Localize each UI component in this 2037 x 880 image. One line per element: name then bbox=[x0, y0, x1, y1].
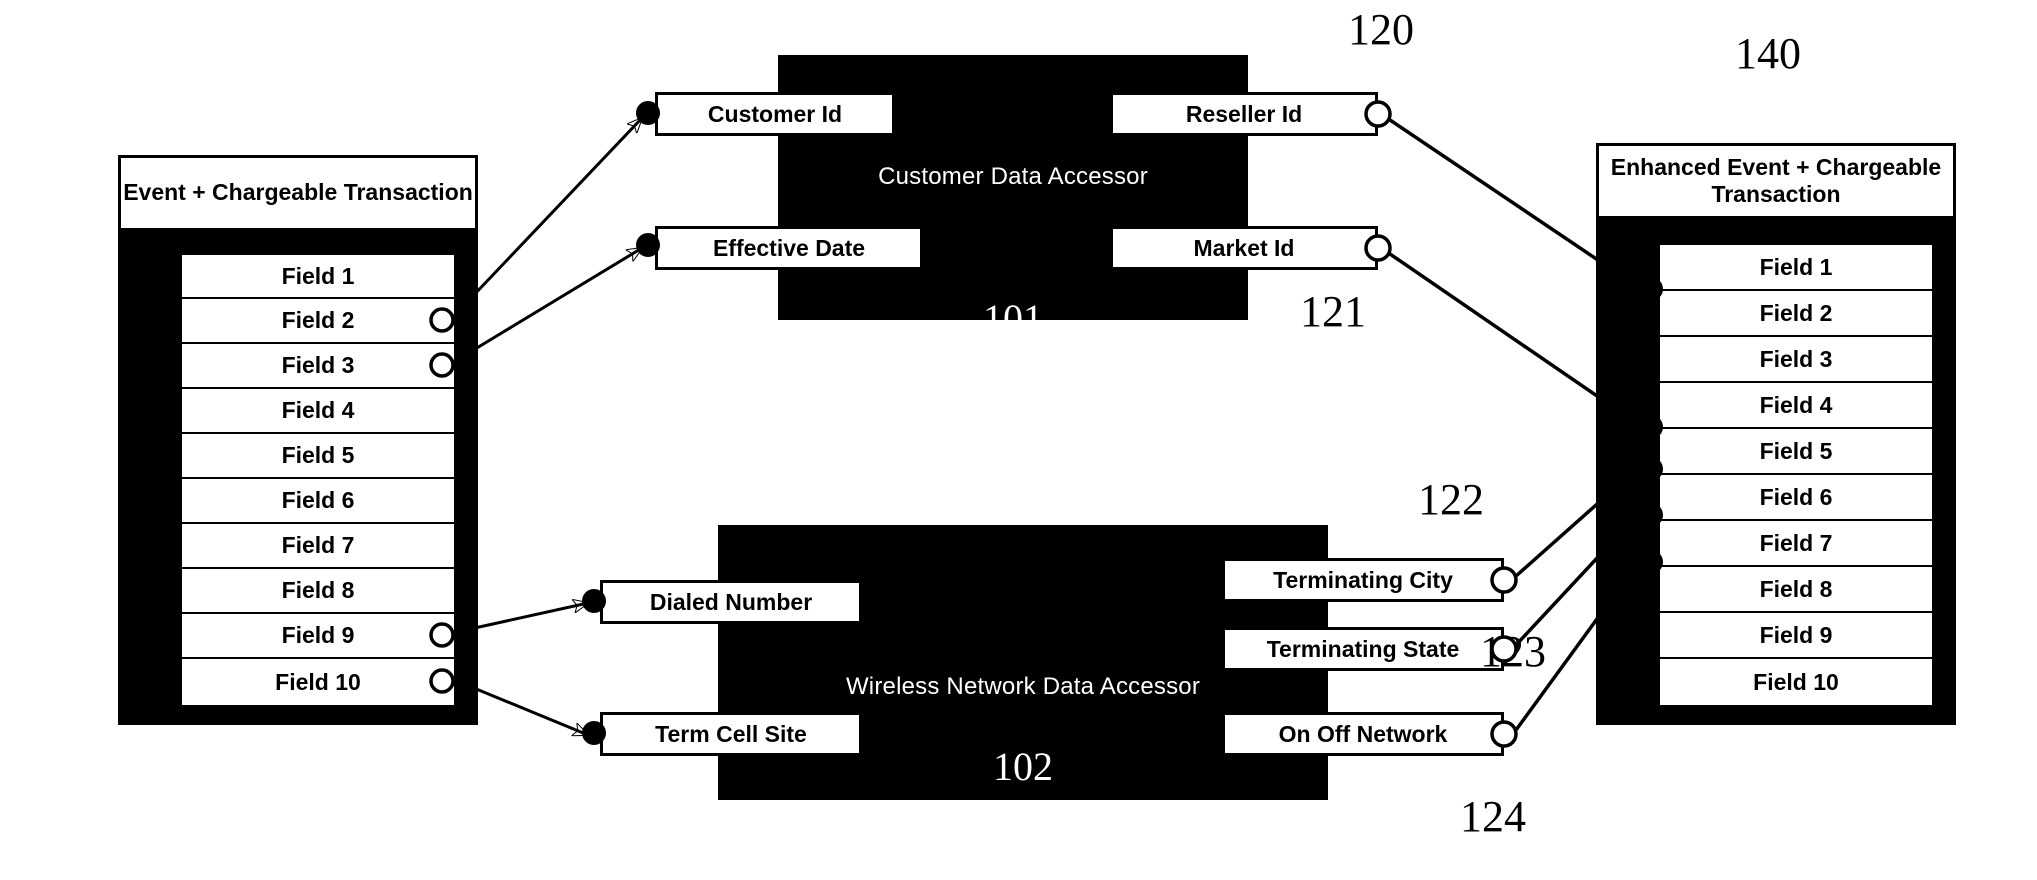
source-field[interactable]: Field 2 bbox=[182, 299, 454, 344]
port-term-cell-site[interactable]: Term Cell Site bbox=[600, 712, 862, 756]
port-market-id[interactable]: Market Id bbox=[1110, 226, 1378, 270]
target-field[interactable]: Field 9 bbox=[1660, 613, 1932, 659]
source-field[interactable]: Field 9 bbox=[182, 614, 454, 659]
source-field[interactable]: Field 10 bbox=[182, 659, 454, 705]
port-terminating-city-label: Terminating City bbox=[1273, 566, 1453, 593]
port-on-off-network[interactable]: On Off Network bbox=[1222, 712, 1504, 756]
wireless-network-data-accessor-label: Wireless Network Data Accessor bbox=[845, 673, 1201, 700]
port-on-off-network-label: On Off Network bbox=[1278, 720, 1448, 747]
ref-numeral-120: 120 bbox=[1348, 5, 1414, 54]
customer-data-accessor-ref: 101 bbox=[983, 296, 1043, 341]
port-reseller-id[interactable]: Reseller Id bbox=[1110, 92, 1378, 136]
source-record-title: Event + Chargeable Transaction bbox=[118, 155, 478, 231]
target-field[interactable]: Field 1 bbox=[1660, 245, 1932, 291]
customer-data-accessor-label: Customer Data Accessor bbox=[878, 163, 1148, 190]
target-field[interactable]: Field 7 bbox=[1660, 521, 1932, 567]
ref-numeral-122: 122 bbox=[1418, 475, 1484, 524]
figure-canvas: Event + Chargeable Transaction Field 1 F… bbox=[0, 0, 2037, 880]
target-field[interactable]: Field 10 bbox=[1660, 659, 1932, 705]
target-field[interactable]: Field 5 bbox=[1660, 429, 1932, 475]
port-effective-date[interactable]: Effective Date bbox=[655, 226, 923, 270]
port-customer-id-label: Customer Id bbox=[707, 100, 843, 127]
port-effective-date-label: Effective Date bbox=[712, 234, 866, 261]
source-record: Event + Chargeable Transaction Field 1 F… bbox=[118, 155, 478, 725]
port-dialed-number[interactable]: Dialed Number bbox=[600, 580, 862, 624]
source-field[interactable]: Field 8 bbox=[182, 569, 454, 614]
target-field[interactable]: Field 3 bbox=[1660, 337, 1932, 383]
ref-numeral-140: 140 bbox=[1735, 29, 1801, 78]
port-reseller-id-label: Reseller Id bbox=[1185, 100, 1303, 127]
target-record-title: Enhanced Event + Chargeable Transaction bbox=[1596, 143, 1956, 219]
source-field[interactable]: Field 6 bbox=[182, 479, 454, 524]
source-field[interactable]: Field 4 bbox=[182, 389, 454, 434]
target-record-title-text: Enhanced Event + Chargeable Transaction bbox=[1610, 153, 1942, 207]
port-customer-id[interactable]: Customer Id bbox=[655, 92, 895, 136]
target-record: Enhanced Event + Chargeable Transaction … bbox=[1596, 143, 1956, 725]
ref-numeral-121: 121 bbox=[1300, 287, 1366, 336]
port-term-cell-site-label: Term Cell Site bbox=[655, 720, 807, 747]
target-record-field-list: Field 1 Field 2 Field 3 Field 4 Field 5 … bbox=[1658, 243, 1934, 705]
wire-field3-to-effective-date bbox=[451, 246, 642, 365]
port-market-id-label: Market Id bbox=[1193, 234, 1295, 261]
port-terminating-city[interactable]: Terminating City bbox=[1222, 558, 1504, 602]
wire-field2-to-customer-id bbox=[450, 118, 642, 320]
port-terminating-state[interactable]: Terminating State bbox=[1222, 627, 1504, 671]
port-terminating-state-label: Terminating State bbox=[1266, 635, 1460, 662]
ref-numeral-123: 123 bbox=[1480, 627, 1546, 676]
source-record-field-list: Field 1 Field 2 Field 3 Field 4 Field 5 … bbox=[180, 253, 456, 705]
target-field[interactable]: Field 6 bbox=[1660, 475, 1932, 521]
target-field[interactable]: Field 4 bbox=[1660, 383, 1932, 429]
target-field[interactable]: Field 8 bbox=[1660, 567, 1932, 613]
source-field[interactable]: Field 3 bbox=[182, 344, 454, 389]
source-field[interactable]: Field 7 bbox=[182, 524, 454, 569]
source-field[interactable]: Field 5 bbox=[182, 434, 454, 479]
target-field[interactable]: Field 2 bbox=[1660, 291, 1932, 337]
source-field[interactable]: Field 1 bbox=[182, 255, 454, 299]
ref-numeral-124: 124 bbox=[1460, 792, 1526, 841]
port-dialed-number-label: Dialed Number bbox=[649, 588, 813, 615]
source-record-title-text: Event + Chargeable Transaction bbox=[123, 179, 473, 206]
